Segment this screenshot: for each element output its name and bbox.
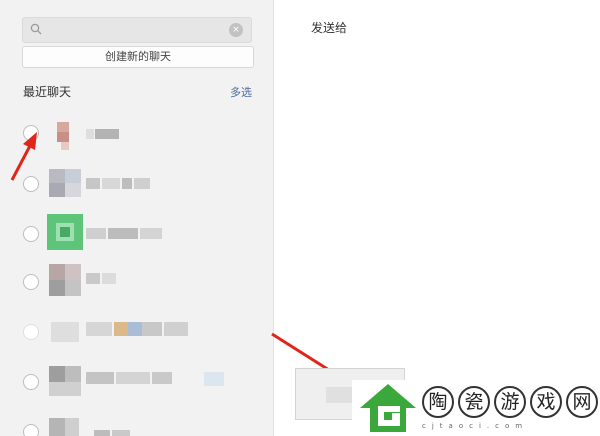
contact-name bbox=[86, 426, 206, 436]
multi-select-link[interactable]: 多选 bbox=[230, 84, 252, 100]
avatar bbox=[47, 165, 83, 201]
contact-name bbox=[86, 177, 206, 193]
avatar bbox=[47, 314, 83, 350]
create-new-chat-button[interactable]: 创建新的聊天 bbox=[22, 46, 254, 68]
house-logo-icon bbox=[360, 384, 416, 432]
select-radio[interactable] bbox=[23, 424, 39, 436]
avatar bbox=[47, 116, 83, 152]
red-arrow-icon bbox=[10, 132, 37, 181]
contact-name bbox=[86, 227, 206, 243]
contact-name bbox=[86, 372, 226, 388]
watermark-char: 游 bbox=[494, 386, 526, 418]
select-radio[interactable] bbox=[23, 226, 39, 242]
list-item[interactable] bbox=[0, 410, 274, 436]
select-radio[interactable] bbox=[23, 274, 39, 290]
search-input[interactable] bbox=[47, 21, 227, 39]
list-item[interactable] bbox=[0, 260, 274, 306]
watermark: 陶 瓷 游 戏 网 cjtaoci.com bbox=[352, 380, 600, 436]
watermark-char: 戏 bbox=[530, 386, 562, 418]
avatar bbox=[47, 214, 83, 250]
avatar bbox=[47, 262, 83, 298]
watermark-char: 陶 bbox=[422, 386, 454, 418]
avatar bbox=[47, 414, 83, 436]
select-radio[interactable] bbox=[23, 324, 39, 340]
list-item[interactable] bbox=[0, 210, 274, 256]
search-icon bbox=[30, 23, 42, 35]
select-radio[interactable] bbox=[23, 374, 39, 390]
search-box[interactable]: × bbox=[22, 17, 252, 43]
avatar bbox=[47, 364, 83, 400]
recent-chats-heading: 最近聊天 bbox=[23, 85, 72, 99]
contact-panel: × 创建新的聊天 最近聊天 多选 bbox=[0, 0, 274, 436]
contact-name bbox=[86, 272, 206, 288]
contact-name bbox=[86, 127, 206, 143]
list-item[interactable] bbox=[0, 310, 274, 356]
send-to-label: 发送给 bbox=[311, 21, 348, 35]
watermark-char: 网 bbox=[566, 386, 598, 418]
watermark-url: cjtaoci.com bbox=[422, 422, 529, 430]
close-icon[interactable]: × bbox=[229, 23, 243, 37]
contact-name bbox=[86, 322, 196, 338]
watermark-char: 瓷 bbox=[458, 386, 490, 418]
list-item[interactable] bbox=[0, 360, 274, 406]
